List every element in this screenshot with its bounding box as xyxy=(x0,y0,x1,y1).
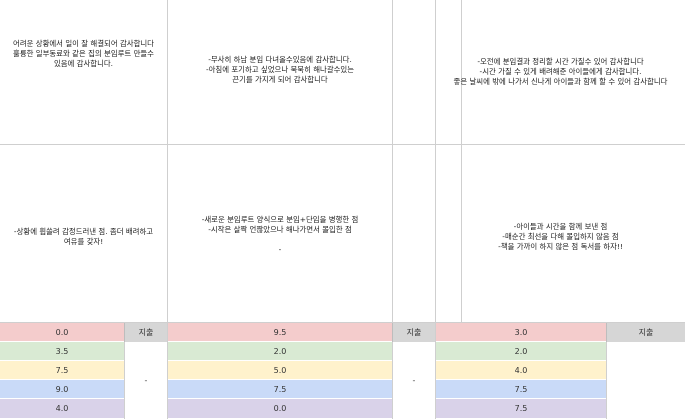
grid-line xyxy=(392,0,393,322)
gratitude-cell-2[interactable]: -무사히 하남 분임 다녀올수있음에 감사합니다. -아침에 포기하고 싶었으나… xyxy=(168,0,392,144)
score-cell[interactable]: 3.5 xyxy=(0,342,124,361)
gratitude-cell-3[interactable]: -오전에 분임결과 정리할 시간 가질수 있어 감사합니다 -시간 가질 수 있… xyxy=(436,0,685,144)
reflection-cell-1[interactable]: -상황에 휩쓸려 감정드러낸 점. 좀더 배려하고 여유를 갖자! xyxy=(0,144,167,322)
score-cell[interactable]: 9.0 xyxy=(0,380,124,399)
score-cell[interactable]: 2.0 xyxy=(168,342,392,361)
empty-value: - xyxy=(144,376,148,385)
category-tag[interactable]: 지출 xyxy=(124,323,167,342)
category-tag[interactable]: 지출 xyxy=(392,323,435,342)
score-cell[interactable]: 5.0 xyxy=(168,361,392,380)
score-cell[interactable]: 9.5 xyxy=(168,323,392,342)
score-cell[interactable]: 3.0 xyxy=(436,323,606,342)
score-cell[interactable]: 7.5 xyxy=(168,380,392,399)
spreadsheet-grid: 어려운 상황에서 일이 잘 해결되어 감사합니다 훌륭한 일부동료와 같은 집의… xyxy=(0,0,685,419)
reflection-cell-2[interactable]: -새로운 분임루트 양식으로 분임+단임을 병행한 점 -시작은 살짝 언짢았으… xyxy=(168,144,392,322)
score-cell[interactable]: 2.0 xyxy=(436,342,606,361)
score-cell[interactable]: 7.5 xyxy=(0,361,124,380)
gratitude-cell-1[interactable]: 어려운 상황에서 일이 잘 해결되어 감사합니다 훌륭한 일부동료와 같은 집의… xyxy=(0,0,167,144)
score-cell[interactable]: 4.0 xyxy=(0,399,124,419)
score-cell[interactable]: 0.0 xyxy=(0,323,124,342)
score-cell[interactable]: 7.5 xyxy=(436,380,606,399)
score-cell[interactable]: 7.5 xyxy=(436,399,606,419)
category-tag[interactable]: 지출 xyxy=(606,323,685,342)
reflection-cell-3[interactable]: -아이들과 시간을 함께 보낸 점 -매순간 최선을 다해 몰입하지 않음 점 … xyxy=(436,144,685,322)
score-cell[interactable]: 0.0 xyxy=(168,399,392,419)
score-cell[interactable]: 4.0 xyxy=(436,361,606,380)
empty-value: - xyxy=(412,376,416,385)
